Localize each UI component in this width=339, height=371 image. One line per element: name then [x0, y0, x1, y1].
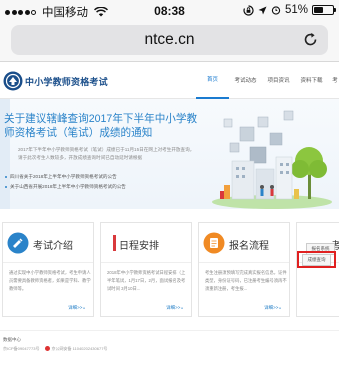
- card-exam-intro[interactable]: 考试介绍 通过实现中小学教师资格考试，考生申请人员需要具备教师资格者，如果是学科…: [2, 222, 94, 317]
- feature-cards: 考试介绍 通过实现中小学教师资格考试，考生申请人员需要具备教师资格者，如果是学科…: [0, 222, 339, 322]
- site-title[interactable]: 中小学教师资格考试: [25, 75, 108, 88]
- card-registration-process[interactable]: 报名流程 考生注册须预填写完成真实报名信息，证件类型，身份证号码，已注册考生编号…: [198, 222, 290, 317]
- address-bar[interactable]: ntce.cn: [11, 25, 328, 55]
- banner-headline[interactable]: 关于建议辖峰查询2017年下半年中小学教师资格考试（笔试）成绩的通知: [4, 112, 200, 140]
- card-header: 报名流程: [199, 223, 289, 263]
- nav-item-exam[interactable]: 考: [328, 63, 339, 99]
- police-record[interactable]: 京公网安备 11040202430677号: [45, 346, 107, 352]
- notice-list: 四川省关于2018年上半年中小学教师资格考试的公告 关于山西省开展2018年上半…: [5, 172, 205, 192]
- reload-icon[interactable]: [302, 31, 319, 48]
- nav-item-exam-news[interactable]: 考试动态: [229, 63, 262, 99]
- banner-description: 2017年下半年中小学教师资格考试（笔试）成绩已于11月15日在网上对考生开放查…: [18, 147, 195, 160]
- battery-icon: [312, 5, 336, 15]
- card-text: 通过实现中小学教师资格考试，考生申请人员需要具备教师资格者，如果是学科、教学教师…: [9, 270, 91, 291]
- footer-records: 京ICP备09047773号 京公网安备 11040202430677号: [3, 346, 107, 352]
- notice-item[interactable]: 关于山西省开展2018年上半年中小学教师资格考试的公告: [5, 182, 205, 192]
- card-more-link[interactable]: 详细>>: [68, 305, 85, 311]
- police-badge-icon: [45, 346, 51, 352]
- exam-intro-icon: [7, 232, 29, 254]
- card-text: 2018年中小学教师资格考试日程安排（上半年笔试，1月17日，2月，面试报名及考…: [107, 270, 186, 291]
- hero-banner: 关于建议辖峰查询2017年下半年中小学教师资格考试（笔试）成绩的通知 2017年…: [0, 99, 339, 209]
- card-header: 考试介绍: [3, 223, 93, 263]
- status-bar-right: 51%: [243, 4, 336, 16]
- score-query-highlight: [297, 251, 336, 268]
- battery-percentage: 51%: [284, 4, 308, 16]
- site-logo-icon[interactable]: [3, 71, 23, 91]
- lock-rotation-icon: [243, 4, 254, 16]
- card-more-link[interactable]: 详细>>: [264, 305, 281, 311]
- card-title: 报名流程: [229, 241, 269, 252]
- main-nav: 首页 考试动态 项目资讯 资料下载 考: [196, 63, 339, 99]
- location-arrow-icon: [258, 6, 267, 14]
- browser-toolbar: ntce.cn: [0, 22, 339, 62]
- status-bar: 中国移动 08:38 51%: [0, 0, 339, 22]
- nav-item-downloads[interactable]: 资料下载: [295, 63, 328, 99]
- icp-record[interactable]: 京ICP备09047773号: [3, 346, 39, 352]
- card-schedule[interactable]: 日程安排 2018年中小学教师资格考试日程安排（上半年笔试，1月17日，2月，面…: [100, 222, 192, 317]
- nav-item-home[interactable]: 首页: [196, 63, 229, 99]
- card-header: 日程安排: [101, 223, 191, 263]
- police-record-text: 京公网安备 11040202430677号: [51, 346, 108, 351]
- notice-item[interactable]: 四川省关于2018年上半年中小学教师资格考试的公告: [5, 172, 205, 182]
- card-title: 日程安排: [119, 241, 159, 252]
- alarm-clock-icon: [271, 6, 281, 15]
- nav-item-project-info[interactable]: 项目资讯: [262, 63, 295, 99]
- banner-illustration: [212, 110, 332, 209]
- registration-process-icon: [203, 232, 225, 254]
- site-footer: 数据中心 京ICP备09047773号 京公网安备 11040202430677…: [0, 330, 339, 371]
- card-text: 考生注册须预填写完成真实报名信息，证件类型，身份证号码，已注册考生编号须再不须重…: [205, 270, 287, 291]
- address-url[interactable]: ntce.cn: [11, 31, 328, 49]
- card-more-link[interactable]: 详细>>: [166, 305, 183, 311]
- floating-cubes: [223, 110, 294, 164]
- footer-org: 数据中心: [3, 337, 21, 342]
- card-title: 考试介绍: [33, 241, 73, 252]
- card-exam-partial[interactable]: 考: [296, 222, 339, 317]
- site-header: 中小学教师资格考试 首页 考试动态 项目资讯 资料下载 考: [0, 63, 339, 99]
